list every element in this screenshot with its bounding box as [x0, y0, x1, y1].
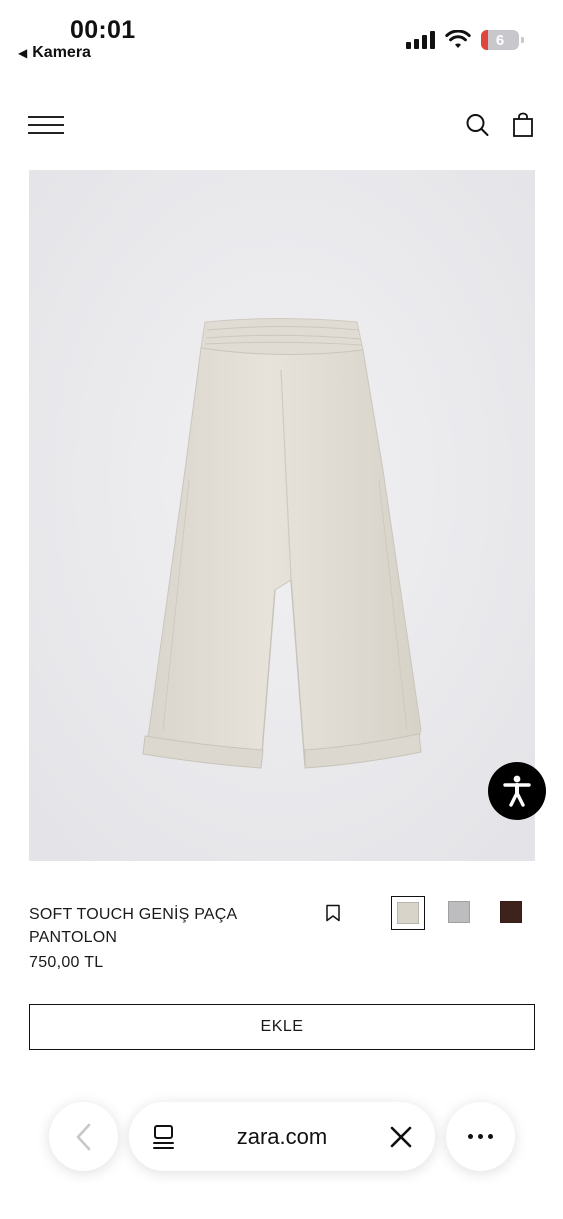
address-bar[interactable]: zara.com	[129, 1102, 435, 1171]
back-triangle-icon: ◀	[18, 46, 28, 60]
menu-icon[interactable]	[28, 116, 64, 134]
accessibility-icon	[503, 775, 531, 807]
color-swatch-1	[397, 902, 419, 924]
product-name: SOFT TOUCH GENİŞ PAÇA PANTOLON	[29, 906, 237, 946]
close-icon[interactable]	[389, 1125, 413, 1149]
product-image[interactable]	[29, 170, 535, 861]
shopping-bag-icon[interactable]	[511, 112, 535, 138]
wifi-icon	[445, 30, 471, 48]
color-swatch-2[interactable]	[448, 901, 470, 923]
back-arrow-icon	[76, 1123, 90, 1150]
color-swatch-selected[interactable]	[391, 896, 425, 930]
battery-icon: 6	[481, 30, 524, 50]
status-icons: 6	[406, 30, 524, 50]
status-time: 00:01	[70, 16, 136, 44]
more-button[interactable]	[446, 1102, 515, 1171]
browser-back-button[interactable]	[49, 1102, 118, 1171]
back-to-app-link[interactable]: ◀ Kamera	[18, 44, 91, 62]
battery-level: 6	[495, 31, 505, 49]
trousers-image	[29, 170, 535, 861]
color-swatch-3[interactable]	[500, 901, 522, 923]
more-icon	[468, 1134, 473, 1139]
product-price: 750,00 TL	[29, 954, 104, 971]
bookmark-icon[interactable]	[325, 904, 341, 922]
accessibility-button[interactable]	[488, 762, 546, 820]
signal-icon	[406, 31, 435, 49]
add-to-cart-button[interactable]: EKLE	[29, 1004, 535, 1050]
back-app-label: Kamera	[32, 44, 91, 61]
search-icon[interactable]	[465, 112, 489, 138]
